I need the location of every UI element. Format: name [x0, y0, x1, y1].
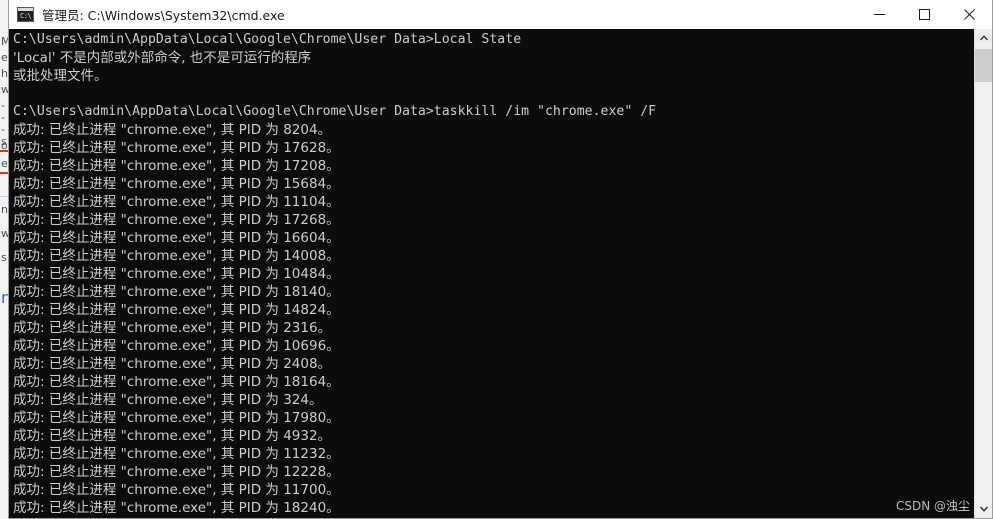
terminal-line: 成功: 已终止进程 "chrome.exe", 其 PID 为 15684。 [13, 176, 340, 192]
terminal-line: 成功: 已终止进程 "chrome.exe", 其 PID 为 18140。 [13, 284, 340, 300]
scroll-down-button[interactable] [975, 500, 992, 518]
terminal-line: C:\Users\admin\AppData\Local\Google\Chro… [13, 32, 522, 47]
terminal-line: 成功: 已终止进程 "chrome.exe", 其 PID 为 14824。 [13, 302, 340, 318]
maximize-button[interactable] [902, 0, 947, 29]
terminal-line: 成功: 已终止进程 "chrome.exe", 其 PID 为 10484。 [13, 266, 340, 282]
scrollbar-track[interactable] [975, 47, 992, 500]
chevron-up-icon [979, 35, 988, 41]
titlebar[interactable]: C:\ 管理员: C:\Windows\System32\cmd.exe [9, 0, 992, 29]
cmd-window: C:\ 管理员: C:\Windows\System32\cmd.exe C:\… [8, 0, 993, 519]
minimize-icon [874, 14, 885, 15]
screen-root: M e h w - - - s o e nf ws s n C:\ 管理员: C… [0, 0, 993, 519]
terminal-line: 成功: 已终止进程 "chrome.exe", 其 PID 为 17628。 [13, 140, 340, 156]
cmd-icon-prompt-glyph: C:\ [20, 11, 32, 20]
terminal-line: 成功: 已终止进程 "chrome.exe", 其 PID 为 17980。 [13, 410, 340, 426]
terminal-line: 成功: 已终止进程 "chrome.exe", 其 PID 为 12228。 [13, 464, 340, 480]
bg-text-fragment: e [1, 51, 8, 64]
terminal-line: 成功: 已终止进程 "chrome.exe", 其 PID 为 18164。 [13, 374, 340, 390]
terminal-scrollbar[interactable] [974, 29, 992, 518]
terminal-line: 成功: 已终止进程 "chrome.exe", 其 PID 为 17208。 [13, 158, 340, 174]
terminal-line: 或批处理文件。 [13, 68, 108, 84]
terminal-line: 成功: 已终止进程 "chrome.exe", 其 PID 为 14008。 [13, 248, 340, 264]
terminal-line: 成功: 已终止进程 "chrome.exe", 其 PID 为 4932。 [13, 428, 332, 444]
terminal-line: 成功: 已终止进程 "chrome.exe", 其 PID 为 324。 [13, 392, 323, 408]
bg-text-fragment: s [1, 251, 7, 264]
maximize-icon [919, 9, 930, 20]
terminal-line: C:\Users\admin\AppData\Local\Google\Chro… [13, 104, 657, 119]
terminal-line: 'Local' 不是内部或外部命令, 也不是可运行的程序 [13, 50, 312, 66]
bg-text-fragment: e [1, 157, 8, 170]
terminal-line: 成功: 已终止进程 "chrome.exe", 其 PID 为 8204。 [13, 122, 332, 138]
bg-text-fragment: h [1, 67, 8, 80]
minimize-button[interactable] [857, 0, 902, 29]
cmd-app-icon: C:\ [17, 6, 34, 22]
terminal-line: 成功: 已终止进程 "chrome.exe", 其 PID 为 11232。 [13, 446, 340, 462]
terminal-line: 成功: 已终止进程 "chrome.exe", 其 PID 为 11700。 [13, 482, 340, 498]
terminal-line: 成功: 已终止进程 "chrome.exe", 其 PID 为 11104。 [13, 194, 340, 210]
terminal-line: 成功: 已终止进程 "chrome.exe", 其 PID 为 17268。 [13, 212, 340, 228]
terminal-line: 成功: 已终止进程 "chrome.exe", 其 PID 为 18240。 [13, 500, 340, 516]
bg-text-fragment: o [1, 139, 8, 152]
close-button[interactable] [947, 0, 992, 29]
terminal-line: 成功: 已终止进程 "chrome.exe", 其 PID 为 10696。 [13, 338, 340, 354]
terminal-output[interactable]: C:\Users\admin\AppData\Local\Google\Chro… [9, 29, 974, 518]
window-controls [857, 0, 992, 29]
terminal-area[interactable]: C:\Users\admin\AppData\Local\Google\Chro… [9, 29, 992, 518]
scroll-up-button[interactable] [975, 29, 992, 47]
chevron-down-icon [979, 506, 988, 512]
scrollbar-thumb[interactable] [975, 49, 992, 82]
terminal-line: 成功: 已终止进程 "chrome.exe", 其 PID 为 16604。 [13, 230, 340, 246]
window-title: 管理员: C:\Windows\System32\cmd.exe [42, 7, 285, 23]
terminal-line: 成功: 已终止进程 "chrome.exe", 其 PID 为 2316。 [13, 320, 332, 336]
terminal-line: 成功: 已终止进程 "chrome.exe", 其 PID 为 2408。 [13, 356, 332, 372]
close-icon [964, 9, 975, 20]
